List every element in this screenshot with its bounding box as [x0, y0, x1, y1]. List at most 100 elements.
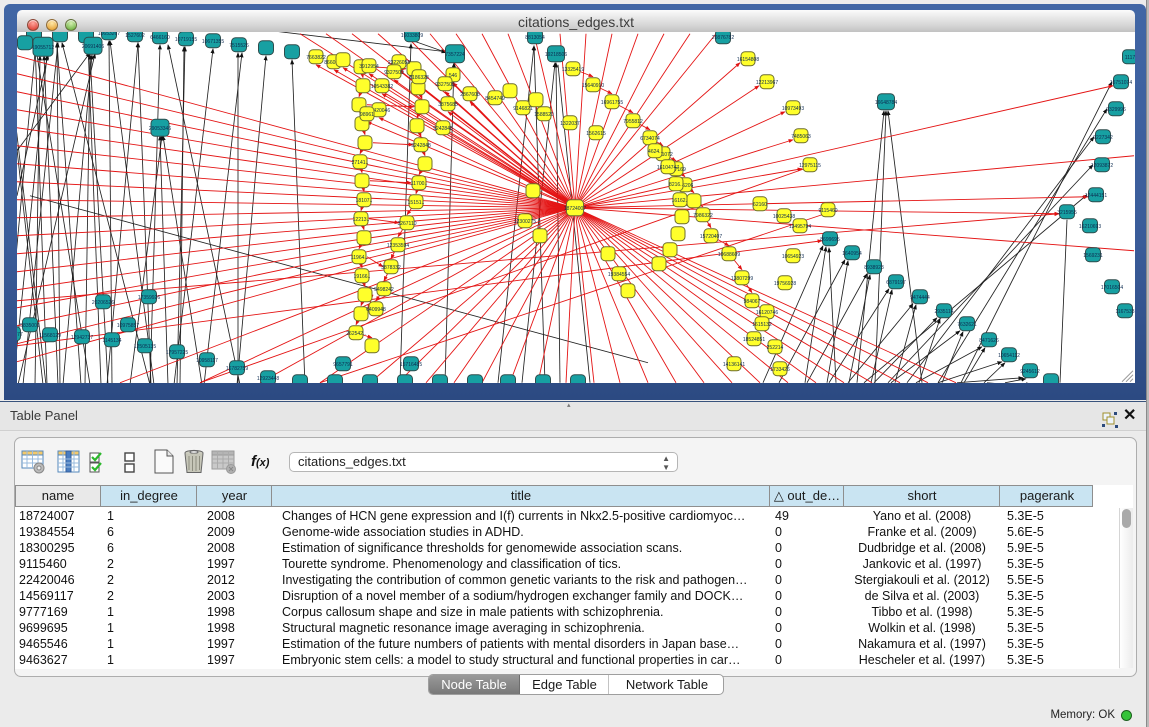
svg-text:19166..: 19166..: [354, 273, 371, 279]
svg-text:1145134: 1145134: [102, 337, 121, 343]
svg-text:12975115: 12975115: [799, 162, 821, 168]
svg-text:27141..: 27141..: [352, 159, 369, 165]
svg-text:15151..: 15151..: [408, 199, 425, 205]
svg-text:262542..: 262542..: [346, 330, 365, 336]
svg-text:16961755: 16961755: [601, 99, 623, 105]
svg-text:15640910: 15640910: [582, 82, 604, 88]
svg-text:20691406: 20691406: [82, 43, 104, 49]
svg-text:7632621: 7632621: [957, 321, 977, 327]
svg-text:19218506: 19218506: [545, 51, 567, 57]
svg-text:3875685: 3875685: [438, 101, 458, 107]
svg-text:3215955: 3215955: [1057, 209, 1077, 215]
svg-text:10958117: 10958117: [196, 357, 218, 363]
svg-text:9474444: 9474444: [910, 294, 930, 300]
svg-text:4624..: 4624..: [648, 148, 662, 154]
svg-text:7986322: 7986322: [693, 212, 713, 218]
svg-text:11964..: 11964..: [351, 254, 367, 260]
svg-text:10688609: 10688609: [718, 251, 740, 257]
svg-text:10025438: 10025438: [773, 213, 795, 219]
svg-text:17957225: 17957225: [166, 349, 188, 355]
svg-text:17016504: 17016504: [1101, 284, 1123, 290]
svg-text:12923448: 12923448: [257, 375, 279, 381]
svg-text:8216..: 8216..: [669, 181, 683, 187]
svg-text:18724007: 18724007: [564, 205, 586, 211]
svg-text:8454749: 8454749: [485, 95, 505, 101]
svg-text:7955812: 7955812: [623, 118, 643, 124]
svg-text:10653267: 10653267: [98, 32, 120, 37]
svg-text:19384554: 19384554: [608, 271, 630, 277]
svg-text:11700..: 11700..: [411, 180, 427, 186]
svg-text:1117: 1117: [1125, 54, 1135, 60]
svg-text:252214: 252214: [767, 344, 784, 350]
svg-text:15751074: 15751074: [1110, 79, 1132, 85]
svg-text:9327508: 9327508: [435, 81, 455, 87]
svg-text:19055712: 19055712: [32, 44, 54, 50]
svg-text:13325419: 13325419: [562, 66, 584, 72]
svg-text:9242848: 9242848: [411, 142, 431, 148]
svg-text:8471626: 8471626: [979, 337, 999, 343]
svg-text:9242848: 9242848: [433, 125, 453, 131]
svg-text:13495794: 13495794: [789, 223, 811, 229]
svg-text:12093872: 12093872: [1091, 162, 1113, 168]
svg-text:1527602: 1527602: [125, 32, 145, 38]
svg-text:19756928: 19756928: [774, 280, 796, 286]
svg-text:10973493: 10973493: [782, 105, 804, 111]
svg-text:12444151: 12444151: [1085, 192, 1107, 198]
svg-text:8938923: 8938923: [864, 264, 884, 270]
svg-text:10975857: 10975857: [117, 322, 139, 328]
svg-text:1569231: 1569231: [1083, 252, 1103, 258]
svg-text:16033809: 16033809: [401, 32, 423, 38]
svg-text:17359926: 17359926: [138, 294, 160, 300]
svg-text:10719155: 10719155: [175, 36, 197, 42]
svg-text:5835001: 5835001: [20, 322, 40, 328]
svg-text:3912954: 3912954: [359, 63, 379, 69]
svg-text:9657791: 9657791: [333, 361, 353, 367]
svg-text:16210693: 16210693: [1079, 223, 1101, 229]
svg-text:16648784: 16648784: [875, 99, 897, 105]
svg-text:9227342: 9227342: [1093, 134, 1113, 140]
svg-text:12505135: 12505135: [134, 343, 156, 349]
svg-text:20876782: 20876782: [712, 34, 734, 40]
svg-text:2935114: 2935114: [934, 308, 953, 314]
svg-text:6879197: 6879197: [886, 279, 906, 285]
svg-text:29053346: 29053346: [149, 125, 171, 131]
svg-text:13807299: 13807299: [731, 275, 753, 281]
svg-text:1562615: 1562615: [586, 130, 606, 136]
svg-text:16162..: 16162..: [672, 197, 689, 203]
svg-text:1322037: 1322037: [560, 120, 580, 126]
svg-text:1588520: 1588520: [534, 111, 554, 117]
svg-text:9329996: 9329996: [1106, 106, 1126, 112]
svg-text:18524851: 18524851: [743, 336, 765, 342]
svg-text:10654923: 10654923: [782, 253, 804, 259]
svg-text:20206526: 20206526: [92, 299, 114, 305]
svg-text:12942737: 12942737: [71, 334, 93, 340]
svg-text:8813054: 8813054: [525, 34, 545, 40]
svg-text:9914477: 9914477: [17, 331, 23, 337]
svg-text:16782759: 16782759: [226, 365, 248, 371]
svg-text:1615132: 1615132: [752, 321, 772, 327]
svg-text:6734074: 6734074: [640, 135, 660, 141]
svg-text:5498242: 5498242: [374, 286, 394, 292]
svg-text:3267110: 3267110: [397, 220, 416, 226]
svg-text:7515526: 7515526: [229, 42, 249, 48]
svg-text:9327509: 9327509: [384, 69, 404, 75]
svg-text:12300275: 12300275: [514, 218, 536, 224]
svg-text:6466160: 6466160: [150, 34, 170, 40]
svg-text:6409948: 6409948: [366, 306, 386, 312]
svg-text:11568129: 11568129: [39, 332, 61, 338]
svg-text:12353594: 12353594: [387, 242, 409, 248]
svg-text:12213967: 12213967: [756, 79, 778, 85]
svg-text:12213..: 12213..: [353, 216, 370, 222]
svg-text:7485063: 7485063: [791, 133, 811, 139]
svg-text:10671355: 10671355: [202, 38, 224, 44]
svg-text:15720407: 15720407: [700, 233, 722, 239]
svg-text:2867608: 2867608: [460, 91, 480, 97]
svg-text:10654112: 10654112: [998, 352, 1020, 358]
svg-text:7357224: 7357224: [445, 51, 465, 57]
svg-text:1733426: 1733426: [770, 366, 790, 372]
svg-text:16154808: 16154808: [737, 56, 759, 62]
svg-text:1167533: 1167533: [1115, 308, 1134, 314]
svg-text:15716485: 15716485: [400, 361, 422, 367]
svg-text:9146821: 9146821: [513, 105, 533, 111]
svg-text:9245612: 9245612: [1020, 368, 1040, 374]
